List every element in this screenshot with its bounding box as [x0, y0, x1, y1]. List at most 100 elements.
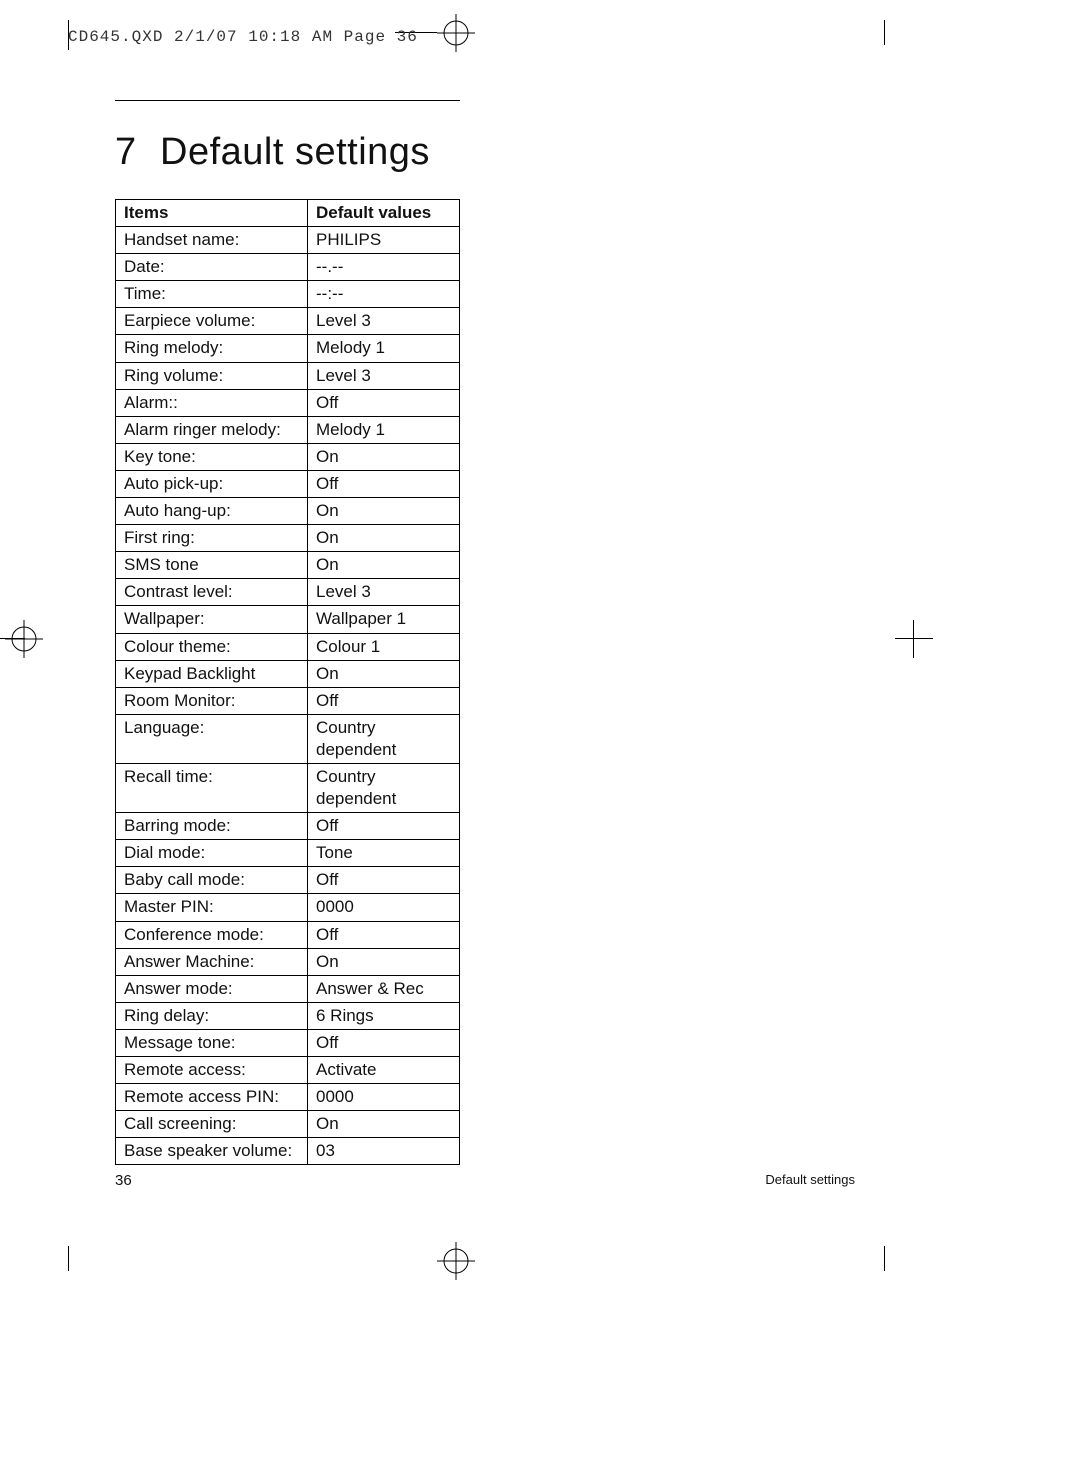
item-value: Answer & Rec	[308, 975, 460, 1002]
item-name: Conference mode:	[116, 921, 308, 948]
table-row: Remote access:Activate	[116, 1057, 460, 1084]
chapter-heading: 7 Default settings	[115, 131, 855, 174]
item-name: Alarm::	[116, 389, 308, 416]
item-name: Date:	[116, 254, 308, 281]
default-settings-table: Items Default values Handset name:PHILIP…	[115, 199, 460, 1165]
table-row: Baby call mode:Off	[116, 867, 460, 894]
item-value: Level 3	[308, 579, 460, 606]
registration-mark-top	[437, 14, 475, 52]
crop-mark	[68, 1246, 69, 1271]
item-name: Alarm ringer melody:	[116, 416, 308, 443]
item-name: Message tone:	[116, 1029, 308, 1056]
table-row: Language:Country dependent	[116, 714, 460, 763]
item-name: Master PIN:	[116, 894, 308, 921]
item-name: Room Monitor:	[116, 687, 308, 714]
item-value: Off	[308, 921, 460, 948]
item-name: Remote access:	[116, 1057, 308, 1084]
item-value: On	[308, 1111, 460, 1138]
item-value: Level 3	[308, 362, 460, 389]
table-row: Answer Machine:On	[116, 948, 460, 975]
table-row: Time:--:--	[116, 281, 460, 308]
item-value: Tone	[308, 840, 460, 867]
page-footer: 36 Default settings	[115, 1172, 855, 1189]
crop-mark	[913, 620, 914, 658]
item-value: On	[308, 443, 460, 470]
table-row: Contrast level:Level 3	[116, 579, 460, 606]
item-value: On	[308, 498, 460, 525]
print-header: CD645.QXD 2/1/07 10:18 AM Page 36	[68, 28, 418, 46]
item-value: On	[308, 660, 460, 687]
item-value: On	[308, 948, 460, 975]
crop-mark	[884, 20, 885, 45]
table-row: Alarm::Off	[116, 389, 460, 416]
footer-section-title: Default settings	[765, 1172, 855, 1189]
item-name: Answer mode:	[116, 975, 308, 1002]
page-content: 7 Default settings Items Default values …	[115, 100, 855, 1165]
table-row: Handset name:PHILIPS	[116, 227, 460, 254]
item-name: SMS tone	[116, 552, 308, 579]
item-name: Auto pick-up:	[116, 470, 308, 497]
item-name: Dial mode:	[116, 840, 308, 867]
item-name: Baby call mode:	[116, 867, 308, 894]
table-row: Call screening:On	[116, 1111, 460, 1138]
item-value: Activate	[308, 1057, 460, 1084]
table-row: Keypad BacklightOn	[116, 660, 460, 687]
item-value: Off	[308, 867, 460, 894]
table-row: Message tone:Off	[116, 1029, 460, 1056]
table-row: Dial mode:Tone	[116, 840, 460, 867]
chapter-title: Default settings	[160, 131, 430, 174]
item-name: Call screening:	[116, 1111, 308, 1138]
item-value: Country dependent	[308, 714, 460, 763]
table-row: Ring delay:6 Rings	[116, 1002, 460, 1029]
item-name: Wallpaper:	[116, 606, 308, 633]
item-value: Wallpaper 1	[308, 606, 460, 633]
item-value: Colour 1	[308, 633, 460, 660]
table-row: Earpiece volume:Level 3	[116, 308, 460, 335]
table-row: Base speaker volume:03	[116, 1138, 460, 1165]
table-row: Wallpaper:Wallpaper 1	[116, 606, 460, 633]
item-name: Recall time:	[116, 763, 308, 812]
table-row: Ring volume:Level 3	[116, 362, 460, 389]
table-row: Remote access PIN:0000	[116, 1084, 460, 1111]
item-name: Barring mode:	[116, 813, 308, 840]
table-row: Auto pick-up:Off	[116, 470, 460, 497]
table-row: Recall time:Country dependent	[116, 763, 460, 812]
table-row: Alarm ringer melody:Melody 1	[116, 416, 460, 443]
item-name: Time:	[116, 281, 308, 308]
item-value: --:--	[308, 281, 460, 308]
item-value: Melody 1	[308, 335, 460, 362]
chapter-number: 7	[115, 131, 160, 174]
item-value: Off	[308, 687, 460, 714]
table-row: SMS toneOn	[116, 552, 460, 579]
item-value: Off	[308, 389, 460, 416]
crop-mark	[895, 638, 933, 639]
table-row: Ring melody:Melody 1	[116, 335, 460, 362]
item-name: Keypad Backlight	[116, 660, 308, 687]
table-row: Master PIN:0000	[116, 894, 460, 921]
item-name: Base speaker volume:	[116, 1138, 308, 1165]
item-value: PHILIPS	[308, 227, 460, 254]
item-value: Melody 1	[308, 416, 460, 443]
table-row: Auto hang-up:On	[116, 498, 460, 525]
item-name: Handset name:	[116, 227, 308, 254]
crop-mark	[884, 1246, 885, 1271]
table-row: Date:--.--	[116, 254, 460, 281]
item-value: Off	[308, 470, 460, 497]
item-value: On	[308, 525, 460, 552]
table-row: Barring mode:Off	[116, 813, 460, 840]
page-number: 36	[115, 1172, 132, 1189]
item-value: 03	[308, 1138, 460, 1165]
col-header-values: Default values	[308, 200, 460, 227]
table-row: Room Monitor:Off	[116, 687, 460, 714]
item-name: First ring:	[116, 525, 308, 552]
item-name: Ring volume:	[116, 362, 308, 389]
item-value: 0000	[308, 1084, 460, 1111]
item-value: On	[308, 552, 460, 579]
item-value: Country dependent	[308, 763, 460, 812]
item-name: Ring delay:	[116, 1002, 308, 1029]
item-value: 6 Rings	[308, 1002, 460, 1029]
item-value: 0000	[308, 894, 460, 921]
item-name: Answer Machine:	[116, 948, 308, 975]
col-header-items: Items	[116, 200, 308, 227]
item-value: Off	[308, 813, 460, 840]
